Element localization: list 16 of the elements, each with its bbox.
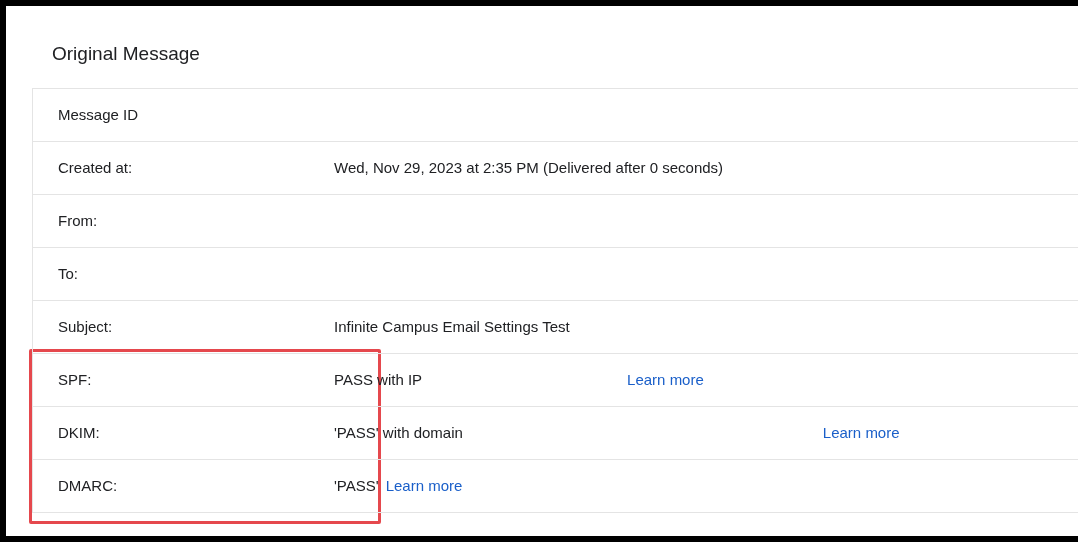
field-label: SPF: [57,369,93,390]
field-value: Infinite Campus Email Settings Test [334,316,570,337]
panel-title: Original Message [52,43,200,64]
field-label: DMARC: [57,475,119,496]
learn-more-link[interactable]: Learn more [822,421,900,445]
field-label: Created at: [57,157,134,178]
field-label: To: [57,263,79,284]
learn-more-link[interactable]: Learn more [385,474,463,498]
field-label: From: [57,210,99,231]
field-label: DKIM: [57,422,101,443]
field-value: Wed, Nov 29, 2023 at 2:35 PM (Delivered after 0 seconds) [334,157,724,178]
learn-more-link[interactable]: Learn more [627,368,704,392]
field-value: 'PASS' [334,475,379,496]
field-label: Subject: [57,316,114,337]
field-value: 'PASS' with domain [334,422,463,443]
field-label: Message ID [57,104,140,125]
